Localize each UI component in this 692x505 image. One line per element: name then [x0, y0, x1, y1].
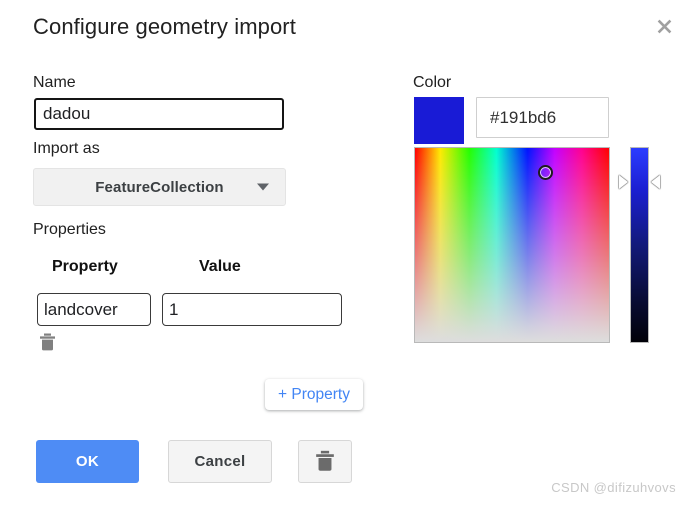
saturation-cursor-handle[interactable] [537, 164, 553, 180]
ok-button[interactable]: OK [36, 440, 139, 483]
brightness-marker-right-icon[interactable] [651, 175, 660, 189]
name-input[interactable] [34, 98, 284, 130]
property-column-header: Property [52, 258, 118, 275]
close-icon[interactable] [650, 12, 678, 40]
import-as-dropdown[interactable]: FeatureCollection [33, 168, 286, 206]
watermark-text: CSDN @difizuhvovs [551, 480, 676, 495]
delete-property-trash-icon[interactable] [36, 331, 58, 355]
saturation-fade-layer [415, 148, 609, 342]
chevron-down-icon [257, 183, 269, 191]
saturation-value-panel[interactable] [414, 147, 610, 343]
property-value-input[interactable] [162, 293, 342, 326]
properties-label: Properties [33, 221, 106, 238]
value-column-header: Value [199, 258, 241, 275]
dialog-title: Configure geometry import [33, 14, 296, 39]
color-label: Color [413, 74, 452, 91]
name-label: Name [33, 74, 76, 91]
import-as-label: Import as [33, 140, 100, 157]
add-property-button[interactable]: + Property [265, 379, 363, 410]
color-hex-input[interactable] [476, 97, 609, 138]
color-swatch[interactable] [414, 97, 464, 144]
property-name-input[interactable] [37, 293, 151, 326]
delete-geometry-trash-icon[interactable] [298, 440, 352, 483]
configure-geometry-import-dialog: Configure geometry import Name Import as… [0, 0, 692, 505]
import-as-selected-value: FeatureCollection [95, 178, 224, 196]
brightness-slider[interactable] [630, 147, 649, 343]
brightness-marker-left-icon[interactable] [619, 175, 628, 189]
cancel-button[interactable]: Cancel [168, 440, 272, 483]
